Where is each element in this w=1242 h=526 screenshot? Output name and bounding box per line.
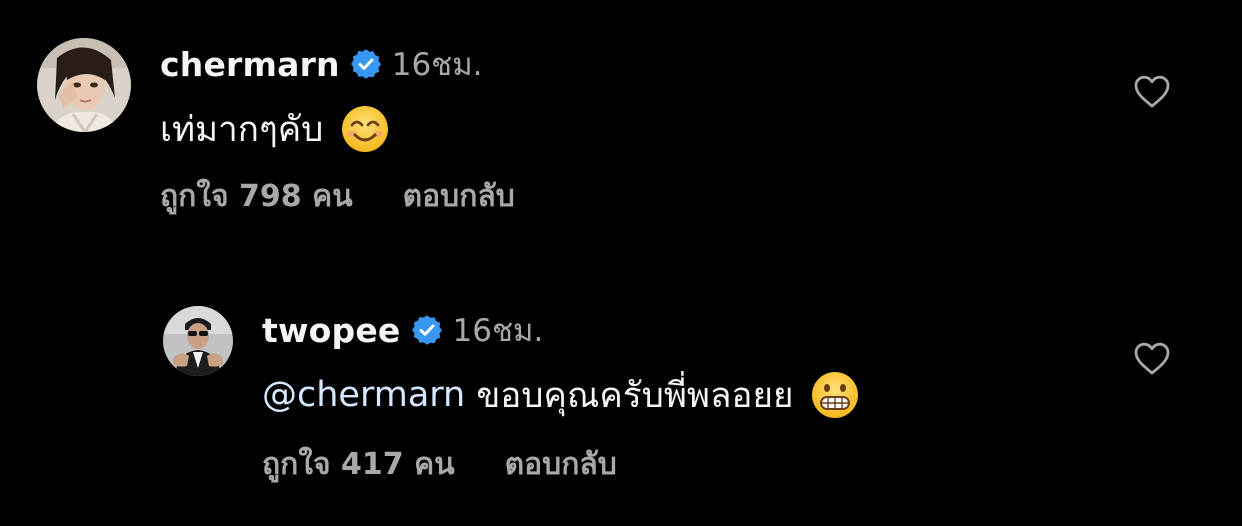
comment-text: @chermarn ขอบคุณครับพี่พลอยย bbox=[262, 370, 859, 420]
username[interactable]: twopee bbox=[262, 311, 401, 350]
grimacing-face-emoji-icon bbox=[811, 371, 859, 419]
comment-meta: ถูกใจ 798 คน ตอบกลับ bbox=[160, 176, 515, 216]
username[interactable]: chermarn bbox=[160, 45, 340, 84]
comment-body: เท่มากๆคับ bbox=[160, 109, 324, 150]
like-count[interactable]: ถูกใจ 417 คน bbox=[262, 441, 455, 488]
verified-badge-icon bbox=[411, 314, 443, 346]
comment-header: twopee 16ชม. bbox=[262, 308, 543, 352]
comment-meta: ถูกใจ 417 คน ตอบกลับ bbox=[262, 444, 617, 484]
comment-text: เท่มากๆคับ bbox=[160, 104, 389, 154]
avatar[interactable] bbox=[37, 38, 131, 132]
mention-link[interactable]: @chermarn bbox=[262, 375, 465, 415]
reply-button[interactable]: ตอบกลับ bbox=[505, 441, 617, 488]
timestamp: 16ชม. bbox=[391, 47, 483, 83]
avatar-image bbox=[37, 38, 131, 132]
comment-header: chermarn 16ชม. bbox=[160, 42, 483, 86]
smiling-face-emoji-icon bbox=[341, 105, 389, 153]
avatar[interactable] bbox=[163, 306, 233, 376]
timestamp: 16ชม. bbox=[452, 313, 544, 349]
avatar-image bbox=[163, 306, 233, 376]
like-count[interactable]: ถูกใจ 798 คน bbox=[160, 173, 353, 220]
reply-button[interactable]: ตอบกลับ bbox=[403, 173, 515, 220]
verified-badge-icon bbox=[350, 48, 382, 80]
heart-outline-icon[interactable] bbox=[1134, 75, 1170, 109]
comment-body: ขอบคุณครับพี่พลอยย bbox=[465, 375, 794, 416]
heart-outline-icon[interactable] bbox=[1134, 342, 1170, 376]
